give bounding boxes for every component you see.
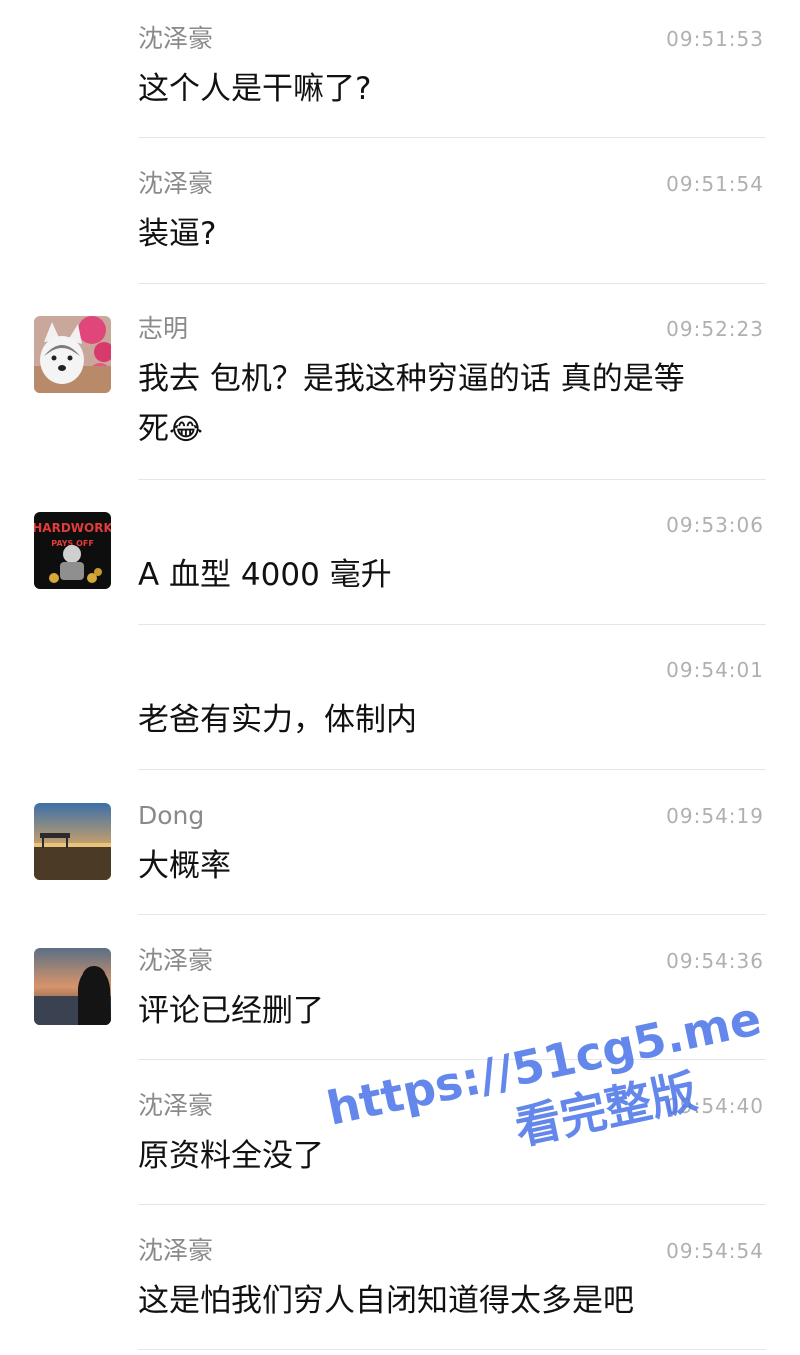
divider — [138, 1204, 766, 1205]
message-text: 装逼? — [138, 216, 217, 252]
avatar[interactable] — [34, 948, 111, 1025]
message-text-continued: 死😂 — [138, 404, 758, 454]
comment-list: 沈泽豪 09:51:53 这个人是干嘛了? 沈泽豪 09:51:54 装逼? 志… — [0, 0, 800, 1355]
timestamp: 09:54:19 — [666, 804, 764, 828]
message-text: 原资料全没了 — [138, 1138, 324, 1174]
message-text: 评论已经删了 — [138, 993, 324, 1029]
avatar[interactable]: HARDWORK PAYS OFF — [34, 512, 111, 589]
divider — [138, 137, 766, 138]
sender-name[interactable]: 沈泽豪 — [138, 167, 213, 201]
timestamp: 09:54:54 — [666, 1239, 764, 1263]
sender-name[interactable]: 沈泽豪 — [138, 1089, 213, 1123]
timestamp: 09:51:53 — [666, 27, 764, 51]
message-text: 这是怕我们穷人自闭知道得太多是吧 — [138, 1283, 634, 1319]
message-text: A 血型 4000 毫升 — [138, 557, 392, 593]
divider — [138, 1349, 766, 1350]
sender-name[interactable]: 沈泽豪 — [138, 1234, 213, 1268]
silhouette-sunset-icon — [34, 948, 111, 1025]
timestamp: 09:51:54 — [666, 172, 764, 196]
timestamp: 09:54:01 — [666, 658, 764, 682]
sunset-landscape-icon — [34, 803, 111, 880]
sender-name[interactable]: 沈泽豪 — [138, 944, 213, 978]
divider — [138, 479, 766, 480]
divider — [138, 1059, 766, 1060]
avatar[interactable] — [34, 316, 111, 393]
avatar-text-top: HARDWORK — [34, 521, 111, 535]
sender-name[interactable]: 沈泽豪 — [138, 22, 213, 56]
timestamp: 09:54:40 — [666, 1094, 764, 1118]
divider — [138, 914, 766, 915]
hardwork-pays-off-icon: HARDWORK PAYS OFF — [34, 512, 111, 589]
husky-dog-icon — [34, 316, 111, 393]
timestamp: 09:53:06 — [666, 513, 764, 537]
divider — [138, 624, 766, 625]
message-text: 大概率 — [138, 848, 231, 884]
message-text: 这个人是干嘛了? — [138, 71, 372, 107]
avatar[interactable] — [34, 803, 111, 880]
sender-name[interactable]: 志明 — [138, 312, 188, 346]
message-text: 老爸有实力，体制内 — [138, 702, 417, 738]
timestamp: 09:52:23 — [666, 317, 764, 341]
laughing-tears-emoji-icon: 😂 — [169, 412, 203, 446]
sender-name[interactable]: Dong — [138, 799, 204, 833]
message-text: 我去 包机？是我这种穷逼的话 真的是等 — [138, 361, 685, 397]
divider — [138, 769, 766, 770]
divider — [138, 283, 766, 284]
timestamp: 09:54:36 — [666, 949, 764, 973]
message-text-line2: 死 — [138, 411, 169, 447]
